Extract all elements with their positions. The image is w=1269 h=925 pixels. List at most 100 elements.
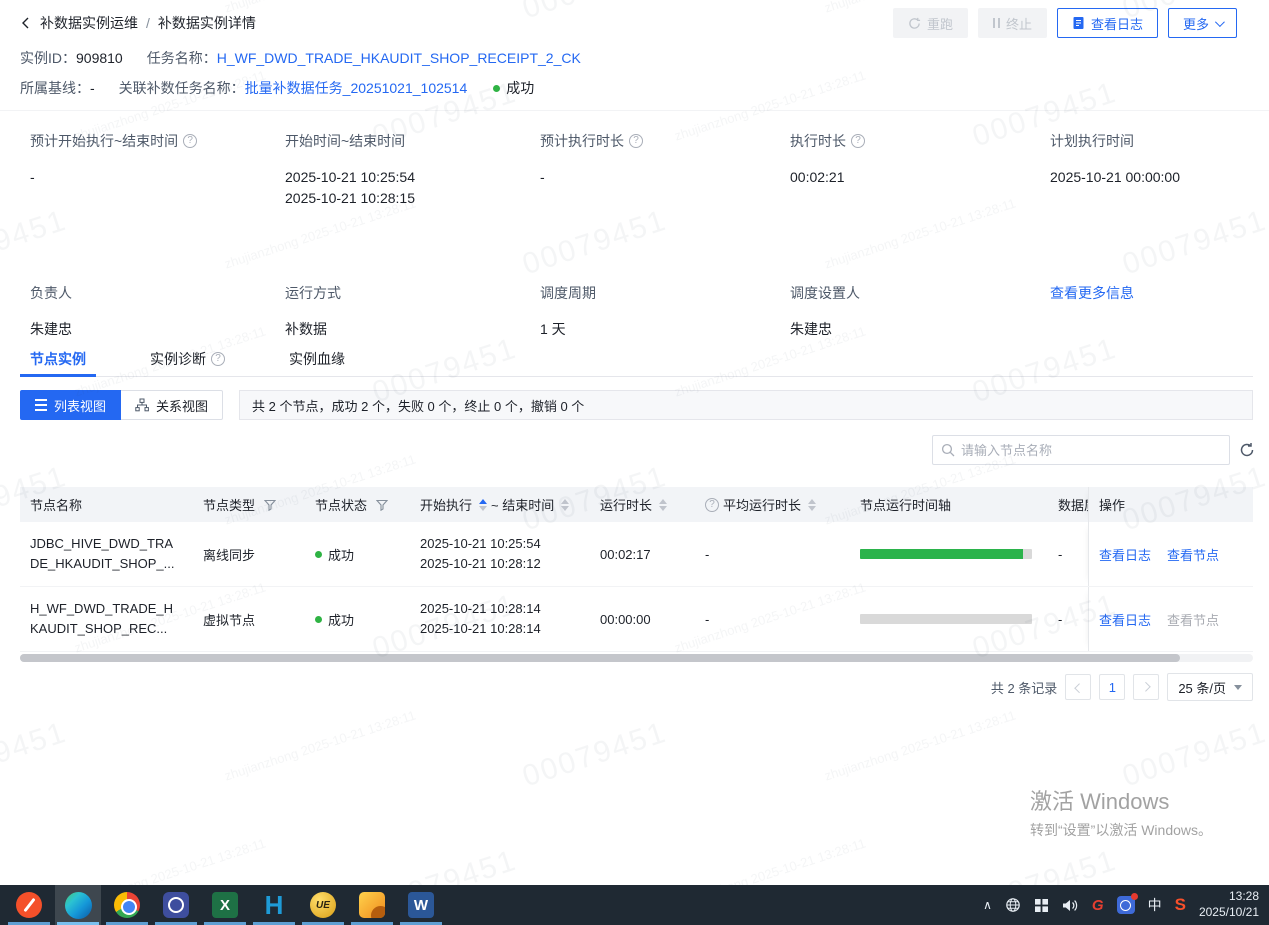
info-row-1: 预计开始执行~结束时间? - 开始时间~结束时间 2025-10-21 10:2… [30, 131, 1253, 209]
taskbar-icon-messenger[interactable] [153, 885, 199, 925]
table-row: JDBC_HIVE_DWD_TRA DE_HKAUDIT_SHOP_... 离线… [20, 522, 1253, 587]
node-search-input[interactable] [961, 443, 1221, 458]
current-page-button[interactable]: 1 [1099, 674, 1125, 700]
sort-start-icon[interactable] [479, 499, 487, 511]
col-start-end: 开始执行 ~ 结束时间 [410, 487, 590, 522]
col-action: 操作 [1088, 487, 1253, 522]
tray-blue-app-icon[interactable] [1117, 896, 1135, 914]
back-chevron-icon[interactable] [20, 17, 32, 29]
ultraedit-icon: UE [310, 892, 336, 918]
help-icon[interactable]: ? [851, 134, 865, 148]
end-time: 2025-10-21 10:28:12 [420, 554, 541, 574]
pen-tool-icon [16, 892, 42, 918]
view-node-link[interactable]: 查看节点 [1167, 545, 1219, 564]
rerun-icon [908, 17, 921, 30]
rerun-button[interactable]: 重跑 [893, 8, 968, 38]
chevron-down-icon [1215, 17, 1225, 27]
col-avg-duration: ? 平均运行时长 [695, 487, 850, 522]
detail-tabs: 节点实例 实例诊断 ? 实例血缘 [20, 341, 1253, 377]
tray-g-app-icon[interactable]: G [1092, 897, 1104, 914]
help-icon[interactable]: ? [183, 134, 197, 148]
header-actions: 重跑 终止 查看日志 更多 [893, 8, 1237, 38]
view-toolbar: 列表视图 关系视图 共 2 个节点，成功 2 个，失败 0 个，终止 0 个，撤… [20, 390, 1253, 420]
view-log-link[interactable]: 查看日志 [1099, 545, 1151, 564]
related-task-link[interactable]: 批量补数据任务_20251021_102514 [245, 78, 468, 98]
filter-icon[interactable] [376, 499, 388, 511]
more-button[interactable]: 更多 [1168, 8, 1237, 38]
node-name-line2[interactable]: DE_HKAUDIT_SHOP_... [30, 554, 175, 574]
start-time: 2025-10-21 10:28:14 [420, 599, 541, 619]
timeline-bar [860, 614, 1032, 624]
info-cell-expected-time: 预计开始执行~结束时间? - [30, 131, 285, 209]
window-panes-icon[interactable] [1034, 898, 1049, 913]
sort-end-icon[interactable] [561, 499, 569, 511]
taskbar-icon-ultraedit[interactable]: UE [300, 885, 346, 925]
status-dot-icon [315, 551, 322, 558]
tab-node-instances[interactable]: 节点实例 [20, 341, 96, 376]
help-icon[interactable]: ? [629, 134, 643, 148]
foxmail-icon [359, 892, 385, 918]
tab-instance-diagnosis[interactable]: 实例诊断 ? [140, 341, 235, 376]
page-size-select[interactable]: 25 条/页 [1167, 673, 1253, 701]
info-cell-owner: 负责人 朱建忠 [30, 283, 285, 340]
sogou-icon[interactable]: S [1175, 895, 1186, 915]
related-task-label: 关联补数任务名称： [119, 78, 245, 98]
sort-avg-icon[interactable] [808, 499, 816, 511]
search-icon [941, 443, 955, 457]
status-dot-icon [315, 616, 322, 623]
view-more-info-link[interactable]: 查看更多信息 [1050, 283, 1134, 303]
volume-icon[interactable] [1062, 898, 1079, 913]
breadcrumb-parent[interactable]: 补数据实例运维 [40, 13, 138, 33]
node-name-line2[interactable]: KAUDIT_SHOP_REC... [30, 619, 173, 639]
horizontal-scrollbar [20, 654, 1253, 662]
run-duration: 00:02:17 [590, 522, 695, 586]
windows-activation-notice: 激活 Windows 转到“设置”以激活 Windows。 [1030, 788, 1212, 840]
help-icon[interactable]: ? [211, 352, 225, 366]
terminate-button[interactable]: 终止 [978, 8, 1047, 38]
instance-meta-row-1: 实例ID： 909810 任务名称： H_WF_DWD_TRADE_HKAUDI… [20, 48, 581, 68]
prev-page-button[interactable] [1065, 674, 1091, 700]
info-cell-expected-duration: 预计执行时长? - [540, 131, 790, 209]
sort-duration-icon[interactable] [659, 499, 667, 511]
baseline-label: 所属基线： [20, 78, 90, 98]
taskbar-icon-h-app[interactable]: H [251, 885, 297, 925]
info-grid: 预计开始执行~结束时间? - 开始时间~结束时间 2025-10-21 10:2… [30, 131, 1253, 340]
filter-icon[interactable] [264, 499, 276, 511]
chevron-right-icon [1141, 681, 1151, 691]
instance-id-label: 实例ID： [20, 48, 76, 68]
taskbar-icon-edge[interactable] [55, 885, 101, 925]
view-log-button[interactable]: 查看日志 [1057, 8, 1158, 38]
node-table: 节点名称 节点类型 节点状态 开始执行 ~ 结束时间 运行时长 ? 平均 [20, 487, 1253, 652]
col-node-type: 节点类型 [193, 487, 305, 522]
list-view-button[interactable]: 列表视图 [20, 390, 121, 420]
task-name-link[interactable]: H_WF_DWD_TRADE_HKAUDIT_SHOP_RECEIPT_2_CK [217, 50, 581, 66]
info-cell-run-mode: 运行方式 补数据 [285, 283, 540, 340]
taskbar-icon-foxmail[interactable] [349, 885, 395, 925]
end-time: 2025-10-21 10:28:14 [420, 619, 541, 639]
refresh-button[interactable] [1238, 441, 1256, 459]
node-name-line1[interactable]: H_WF_DWD_TRADE_H [30, 599, 173, 619]
taskbar-icon-word[interactable]: W [398, 885, 444, 925]
word-icon: W [408, 892, 434, 918]
next-page-button[interactable] [1133, 674, 1159, 700]
taskbar-clock[interactable]: 13:28 2025/10/21 [1199, 889, 1259, 920]
tray-expand-icon[interactable]: ∧ [983, 898, 992, 912]
breadcrumb: 补数据实例运维 / 补数据实例详情 [20, 13, 256, 33]
node-status: 成功 [328, 545, 354, 564]
help-icon[interactable]: ? [705, 498, 719, 512]
node-name-line1[interactable]: JDBC_HIVE_DWD_TRA [30, 534, 175, 554]
taskbar-apps: X H UE W [0, 885, 447, 925]
taskbar-icon-excel[interactable]: X [202, 885, 248, 925]
data-quality: - [1048, 522, 1088, 586]
taskbar-icon-chrome[interactable] [104, 885, 150, 925]
view-node-link[interactable]: 查看节点 [1167, 610, 1219, 629]
network-globe-icon[interactable] [1005, 897, 1021, 913]
top-bar: 补数据实例运维 / 补数据实例详情 重跑 终止 查看日志 更多 [0, 0, 1269, 46]
taskbar-icon-snipping[interactable] [6, 885, 52, 925]
baseline-value: - [90, 80, 95, 96]
scrollbar-thumb[interactable] [20, 654, 1180, 662]
ime-indicator[interactable]: 中 [1148, 895, 1162, 915]
tab-instance-lineage[interactable]: 实例血缘 [279, 341, 355, 376]
relation-view-button[interactable]: 关系视图 [121, 390, 223, 420]
view-log-link[interactable]: 查看日志 [1099, 610, 1151, 629]
